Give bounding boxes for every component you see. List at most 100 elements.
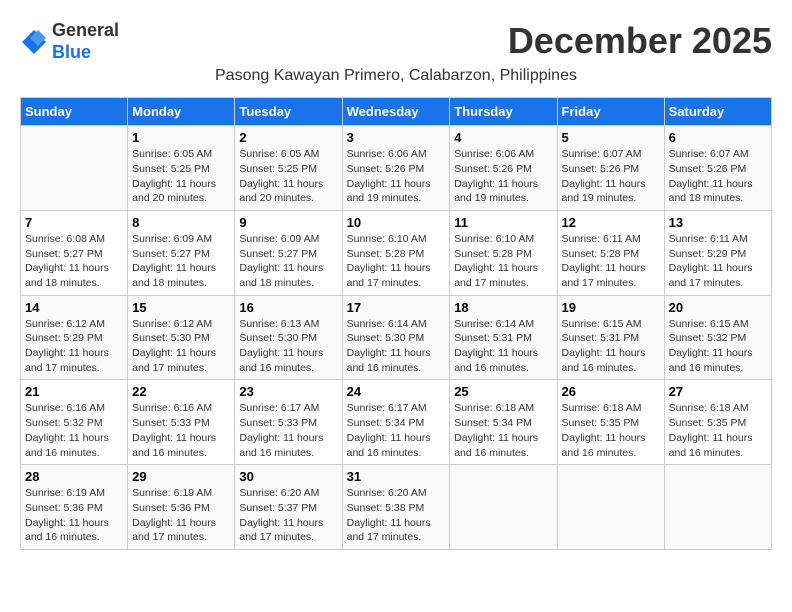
calendar-cell: 5Sunrise: 6:07 AM Sunset: 5:26 PM Daylig… [557,126,664,211]
calendar-cell [664,465,771,550]
day-info: Sunrise: 6:18 AM Sunset: 5:35 PM Dayligh… [669,401,767,460]
calendar-cell: 23Sunrise: 6:17 AM Sunset: 5:33 PM Dayli… [235,380,342,465]
calendar-week-3: 14 Sunrise: 6:12 AM Sunset: 5:29 PM Dayli… [21,295,772,380]
calendar-week-5: 28 Sunrise: 6:19 AM Sunset: 5:36 PM Dayli… [21,465,772,550]
day-number: 22 [132,384,230,399]
day-number: 18 [454,300,552,315]
day-info: Sunrise: 6:15 AM Sunset: 5:32 PM Dayligh… [669,317,767,376]
weekday-header-row: SundayMondayTuesdayWednesdayThursdayFrid… [21,98,772,126]
calendar-table: SundayMondayTuesdayWednesdayThursdayFrid… [20,97,772,550]
weekday-header-sunday: Sunday [21,98,128,126]
calendar-week-2: 7 Sunrise: 6:08 AM Sunset: 5:27 PM Daylig… [21,210,772,295]
day-info: Sunrise: 6:12 AM Sunset: 5:29 PM Dayligh… [25,317,123,376]
day-number: 31 [347,469,446,484]
calendar-cell: 24 Sunrise: 6:17 AM Sunset: 5:34 PM Dayli… [342,380,450,465]
month-title: December 2025 [508,20,772,62]
day-info: Sunrise: 6:10 AM Sunset: 5:28 PM Dayligh… [347,232,446,291]
day-number: 3 [347,130,446,145]
day-info: Sunrise: 6:16 AM Sunset: 5:33 PM Dayligh… [132,401,230,460]
day-number: 6 [669,130,767,145]
calendar-week-4: 21 Sunrise: 6:16 AM Sunset: 5:32 PM Dayli… [21,380,772,465]
day-info: Sunrise: 6:05 AM Sunset: 5:25 PM Dayligh… [239,147,337,206]
logo-blue: Blue [52,42,91,62]
calendar-week-1: 1 Sunrise: 6:05 AM Sunset: 5:25 PM Daylig… [21,126,772,211]
day-number: 26 [562,384,660,399]
day-number: 14 [25,300,123,315]
calendar-cell [450,465,557,550]
day-info: Sunrise: 6:13 AM Sunset: 5:30 PM Dayligh… [239,317,337,376]
day-info: Sunrise: 6:08 AM Sunset: 5:27 PM Dayligh… [25,232,123,291]
day-info: Sunrise: 6:06 AM Sunset: 5:26 PM Dayligh… [347,147,446,206]
weekday-header-tuesday: Tuesday [235,98,342,126]
calendar-cell: 21 Sunrise: 6:16 AM Sunset: 5:32 PM Dayli… [21,380,128,465]
day-number: 29 [132,469,230,484]
day-info: Sunrise: 6:20 AM Sunset: 5:38 PM Dayligh… [347,486,446,545]
calendar-cell: 20 Sunrise: 6:15 AM Sunset: 5:32 PM Dayli… [664,295,771,380]
day-number: 19 [562,300,660,315]
day-info: Sunrise: 6:14 AM Sunset: 5:30 PM Dayligh… [347,317,446,376]
calendar-cell: 25 Sunrise: 6:18 AM Sunset: 5:34 PM Dayli… [450,380,557,465]
day-number: 2 [239,130,337,145]
day-number: 7 [25,215,123,230]
weekday-header-friday: Friday [557,98,664,126]
day-info: Sunrise: 6:17 AM Sunset: 5:33 PM Dayligh… [239,401,337,460]
calendar-cell: 30Sunrise: 6:20 AM Sunset: 5:37 PM Dayli… [235,465,342,550]
calendar-cell: 12Sunrise: 6:11 AM Sunset: 5:28 PM Dayli… [557,210,664,295]
day-number: 1 [132,130,230,145]
weekday-header-thursday: Thursday [450,98,557,126]
weekday-header-saturday: Saturday [664,98,771,126]
calendar-cell: 28 Sunrise: 6:19 AM Sunset: 5:36 PM Dayli… [21,465,128,550]
day-info: Sunrise: 6:09 AM Sunset: 5:27 PM Dayligh… [239,232,337,291]
calendar-cell: 7 Sunrise: 6:08 AM Sunset: 5:27 PM Daylig… [21,210,128,295]
day-number: 17 [347,300,446,315]
calendar-cell: 14 Sunrise: 6:12 AM Sunset: 5:29 PM Dayli… [21,295,128,380]
calendar-cell: 17 Sunrise: 6:14 AM Sunset: 5:30 PM Dayli… [342,295,450,380]
day-number: 20 [669,300,767,315]
day-info: Sunrise: 6:18 AM Sunset: 5:34 PM Dayligh… [454,401,552,460]
calendar-cell [557,465,664,550]
day-info: Sunrise: 6:06 AM Sunset: 5:26 PM Dayligh… [454,147,552,206]
calendar-cell: 31 Sunrise: 6:20 AM Sunset: 5:38 PM Dayli… [342,465,450,550]
day-number: 9 [239,215,337,230]
logo: General Blue [20,20,119,63]
day-number: 24 [347,384,446,399]
day-number: 21 [25,384,123,399]
page-header: General Blue December 2025 [20,20,772,63]
calendar-cell: 10 Sunrise: 6:10 AM Sunset: 5:28 PM Dayli… [342,210,450,295]
day-info: Sunrise: 6:07 AM Sunset: 5:26 PM Dayligh… [562,147,660,206]
calendar-cell: 22 Sunrise: 6:16 AM Sunset: 5:33 PM Dayli… [128,380,235,465]
day-info: Sunrise: 6:09 AM Sunset: 5:27 PM Dayligh… [132,232,230,291]
day-number: 11 [454,215,552,230]
calendar-cell: 16Sunrise: 6:13 AM Sunset: 5:30 PM Dayli… [235,295,342,380]
logo-icon [20,28,48,56]
location-subtitle: Pasong Kawayan Primero, Calabarzon, Phil… [20,67,772,85]
day-info: Sunrise: 6:10 AM Sunset: 5:28 PM Dayligh… [454,232,552,291]
day-info: Sunrise: 6:15 AM Sunset: 5:31 PM Dayligh… [562,317,660,376]
calendar-cell: 26Sunrise: 6:18 AM Sunset: 5:35 PM Dayli… [557,380,664,465]
calendar-cell [21,126,128,211]
day-info: Sunrise: 6:17 AM Sunset: 5:34 PM Dayligh… [347,401,446,460]
calendar-cell: 9 Sunrise: 6:09 AM Sunset: 5:27 PM Daylig… [235,210,342,295]
day-info: Sunrise: 6:19 AM Sunset: 5:36 PM Dayligh… [25,486,123,545]
calendar-cell: 2 Sunrise: 6:05 AM Sunset: 5:25 PM Daylig… [235,126,342,211]
day-number: 25 [454,384,552,399]
day-info: Sunrise: 6:07 AM Sunset: 5:26 PM Dayligh… [669,147,767,206]
calendar-cell: 8 Sunrise: 6:09 AM Sunset: 5:27 PM Daylig… [128,210,235,295]
day-number: 4 [454,130,552,145]
day-number: 27 [669,384,767,399]
calendar-cell: 6 Sunrise: 6:07 AM Sunset: 5:26 PM Daylig… [664,126,771,211]
day-info: Sunrise: 6:16 AM Sunset: 5:32 PM Dayligh… [25,401,123,460]
day-info: Sunrise: 6:14 AM Sunset: 5:31 PM Dayligh… [454,317,552,376]
day-info: Sunrise: 6:19 AM Sunset: 5:36 PM Dayligh… [132,486,230,545]
calendar-cell: 27 Sunrise: 6:18 AM Sunset: 5:35 PM Dayli… [664,380,771,465]
calendar-cell: 3 Sunrise: 6:06 AM Sunset: 5:26 PM Daylig… [342,126,450,211]
calendar-cell: 18 Sunrise: 6:14 AM Sunset: 5:31 PM Dayli… [450,295,557,380]
weekday-header-monday: Monday [128,98,235,126]
day-number: 10 [347,215,446,230]
day-number: 28 [25,469,123,484]
calendar-cell: 11 Sunrise: 6:10 AM Sunset: 5:28 PM Dayli… [450,210,557,295]
calendar-cell: 29 Sunrise: 6:19 AM Sunset: 5:36 PM Dayli… [128,465,235,550]
day-info: Sunrise: 6:05 AM Sunset: 5:25 PM Dayligh… [132,147,230,206]
day-number: 8 [132,215,230,230]
calendar-cell: 1 Sunrise: 6:05 AM Sunset: 5:25 PM Daylig… [128,126,235,211]
